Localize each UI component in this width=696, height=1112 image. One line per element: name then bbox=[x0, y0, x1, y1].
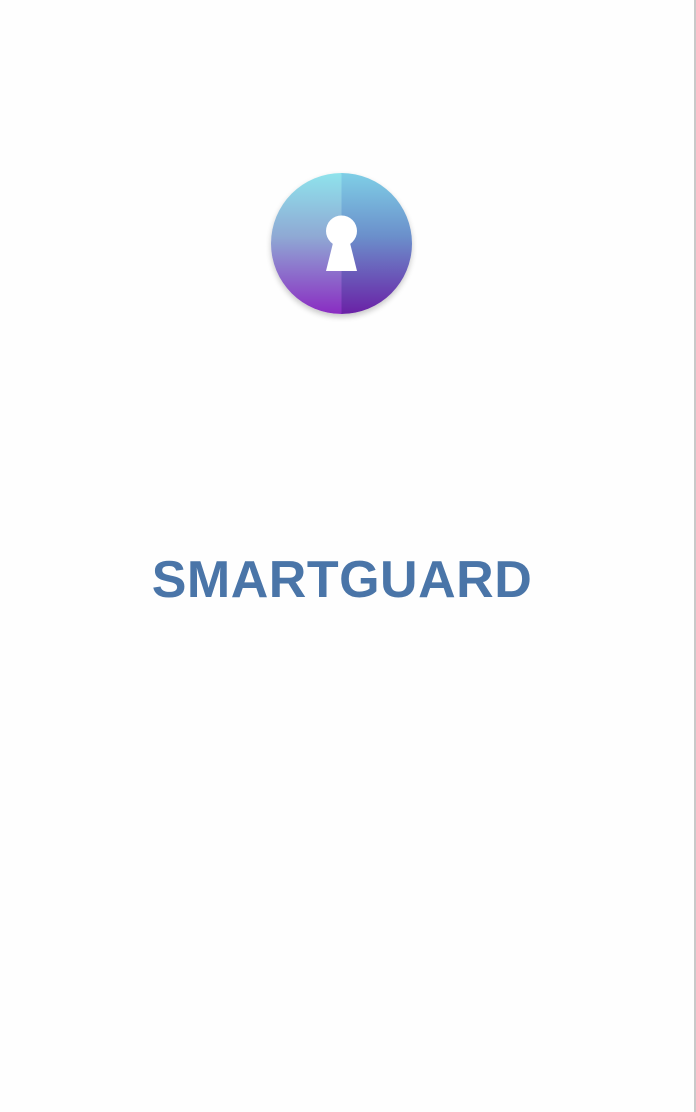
app-title: SMARTGUARD bbox=[151, 551, 533, 609]
keyhole-icon bbox=[271, 173, 412, 314]
splash-screen: SMARTGUARD bbox=[0, 0, 696, 1112]
app-logo bbox=[271, 173, 412, 314]
